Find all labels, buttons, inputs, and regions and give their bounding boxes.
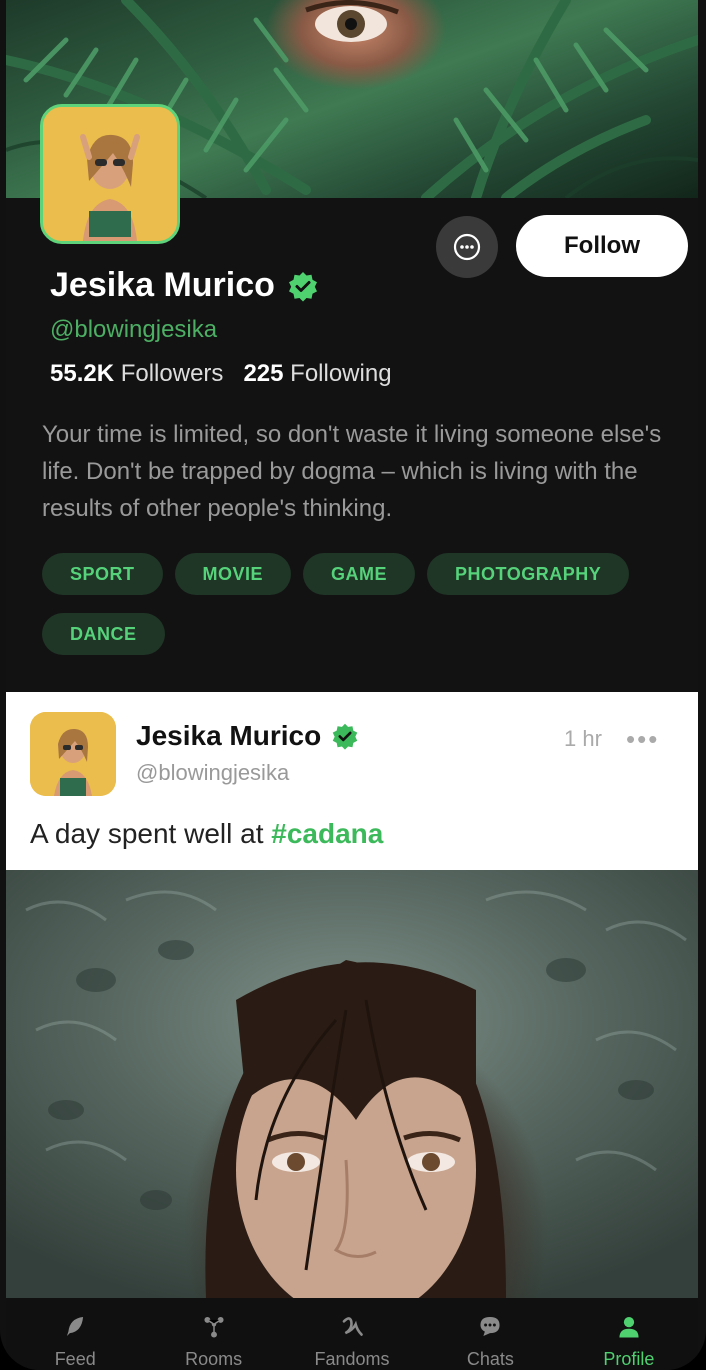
chat-icon (480, 1316, 500, 1337)
nav-item-feed[interactable]: Feed (6, 1298, 144, 1370)
profile-handle: @blowingjesika (50, 316, 218, 343)
tag-photography[interactable]: PHOTOGRAPHY (427, 553, 630, 595)
post-card[interactable]: Jesika Murico @blowingjesika 1 hr ••• A … (6, 692, 698, 870)
feather-icon (67, 1316, 84, 1337)
profile-stats: 55.2K Followers 225 Following (50, 360, 392, 388)
profile-section: Follow Jesika Murico @blowingjesika 55.2… (6, 198, 698, 690)
message-button[interactable] (436, 216, 498, 278)
tag-movie[interactable]: MOVIE (174, 553, 292, 595)
nav-item-fandoms[interactable]: Fandoms (283, 1298, 421, 1370)
post-handle: @blowingjesika (136, 760, 290, 785)
fandoms-icon (342, 1317, 363, 1336)
nav-item-rooms[interactable]: Rooms (144, 1298, 282, 1370)
post-text: A day spent well at #cadana (30, 818, 383, 850)
chat-bubble-icon (453, 233, 481, 261)
post-avatar[interactable] (30, 712, 116, 796)
verified-badge-icon (332, 723, 358, 750)
post-image[interactable] (6, 870, 698, 1298)
post-timestamp: 1 hr (564, 726, 602, 751)
following-label[interactable]: Following (290, 360, 391, 387)
verified-badge-icon (288, 271, 317, 301)
post-author[interactable]: Jesika Murico (136, 720, 321, 752)
post-author-row: Jesika Murico (136, 720, 359, 752)
post-hashtag[interactable]: #cadana (271, 818, 383, 849)
interest-tags: SPORT MOVIE GAME PHOTOGRAPHY DANCE (42, 553, 702, 655)
user-icon (619, 1316, 639, 1338)
post-avatar-illustration (30, 712, 116, 796)
rooms-icon (204, 1316, 224, 1338)
more-options-icon[interactable]: ••• (626, 724, 659, 755)
profile-avatar[interactable] (40, 104, 180, 244)
avatar-illustration (43, 107, 177, 241)
nav-label-rooms: Rooms (185, 1349, 243, 1369)
tag-dance[interactable]: DANCE (42, 613, 165, 655)
tag-game[interactable]: GAME (303, 553, 416, 595)
tag-sport[interactable]: SPORT (42, 553, 163, 595)
app-screen: Follow Jesika Murico @blowingjesika 55.2… (0, 0, 706, 1370)
post-caption: A day spent well at (30, 818, 272, 849)
nav-label-feed: Feed (54, 1349, 96, 1369)
followers-label[interactable]: Followers (121, 360, 224, 387)
nav-label-fandoms: Fandoms (314, 1349, 390, 1369)
profile-name: Jesika Murico (50, 266, 275, 304)
profile-name-row: Jesika Murico (50, 266, 319, 305)
post-photo-illustration (25, 890, 687, 1298)
nav-item-profile[interactable]: Profile (560, 1298, 698, 1370)
bottom-navigation: Feed Rooms Fandoms Chats Profile (6, 1298, 698, 1370)
profile-bio: Your time is limited, so don't waste it … (42, 421, 662, 522)
followers-count: 55.2K (50, 360, 115, 387)
nav-item-chats[interactable]: Chats (421, 1298, 559, 1370)
following-count: 225 (243, 360, 284, 387)
nav-label-profile: Profile (603, 1349, 655, 1369)
nav-label-chats: Chats (466, 1349, 514, 1369)
follow-button[interactable]: Follow (516, 215, 688, 277)
